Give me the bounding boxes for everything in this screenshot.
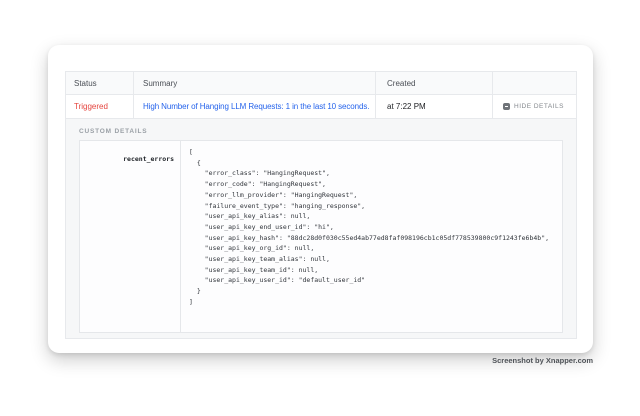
alert-status-cell: Triggered xyxy=(66,95,134,118)
details-key-recent-errors: recent_errors xyxy=(123,155,174,163)
table-header-row: Status Summary Created xyxy=(66,72,576,95)
status-badge: Triggered xyxy=(74,102,108,111)
collapse-minus-icon xyxy=(503,103,510,110)
column-header-status: Status xyxy=(66,72,134,94)
column-header-actions xyxy=(493,72,576,94)
alert-created-cell: at 7:22 PM xyxy=(376,95,493,118)
column-header-status-label: Status xyxy=(74,79,97,88)
alerts-table: Status Summary Created Triggered High Nu… xyxy=(65,71,577,339)
custom-details-heading: CUSTOM DETAILS xyxy=(79,128,563,135)
column-header-created: Created xyxy=(376,72,493,94)
custom-details-section: CUSTOM DETAILS recent_errors [ { "error_… xyxy=(66,119,576,338)
alert-card: Status Summary Created Triggered High Nu… xyxy=(48,45,593,353)
column-header-summary-label: Summary xyxy=(143,79,177,88)
details-key-column: recent_errors xyxy=(80,141,181,332)
alert-created-time: at 7:22 PM xyxy=(387,102,426,111)
xnapper-watermark: Screenshot by Xnapper.com xyxy=(492,356,593,365)
details-json-column: [ { "error_class": "HangingRequest", "er… xyxy=(181,141,562,332)
column-header-summary: Summary xyxy=(134,72,376,94)
hide-details-label: HIDE DETAILS xyxy=(514,103,564,110)
hide-details-button[interactable]: HIDE DETAILS xyxy=(503,103,564,110)
alert-action-cell: HIDE DETAILS xyxy=(493,95,576,118)
alert-row: Triggered High Number of Hanging LLM Req… xyxy=(66,95,576,119)
column-header-created-label: Created xyxy=(387,79,415,88)
alert-summary-link[interactable]: High Number of Hanging LLM Requests: 1 i… xyxy=(143,102,369,111)
alert-summary-cell: High Number of Hanging LLM Requests: 1 i… xyxy=(134,95,376,118)
custom-details-panel: recent_errors [ { "error_class": "Hangin… xyxy=(79,140,563,333)
recent-errors-json: [ { "error_class": "HangingRequest", "er… xyxy=(189,147,558,308)
